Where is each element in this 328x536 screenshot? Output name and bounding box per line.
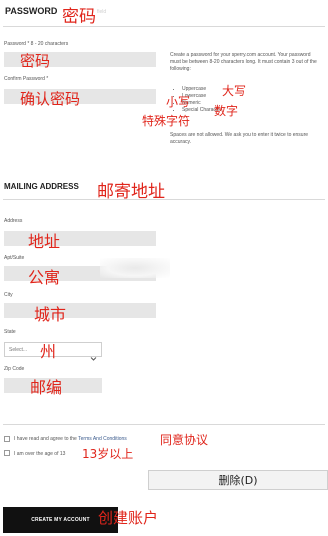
age-annotation: 13岁以上 [82, 447, 134, 461]
password-help-text: Create a password for your sperry.com ac… [170, 52, 317, 72]
confirm-password-label: Confirm Password * [4, 76, 49, 82]
city-label: City [4, 292, 13, 298]
zip-code-annotation: 邮编 [30, 378, 63, 397]
delete-button[interactable]: 删除(D) [148, 470, 328, 490]
zip-code-label: Zip Code [4, 366, 25, 372]
lowercase-annotation: 小写 [166, 95, 191, 109]
password-divider [3, 26, 325, 27]
uppercase-annotation: 大写 [222, 84, 247, 98]
confirm-password-annotation: 确认密码 [20, 90, 81, 108]
terms-link[interactable]: Terms And Conditions [78, 436, 127, 442]
terms-checkbox[interactable] [4, 436, 10, 442]
create-account-annotation: 创建账户 [98, 509, 159, 527]
spaces-note: Spaces are not allowed. We ask you to en… [170, 132, 309, 145]
address-label: Address [4, 218, 23, 224]
age-text: I am over the age of 13 [14, 451, 66, 457]
mailing-divider [3, 199, 325, 200]
city-input[interactable] [4, 303, 156, 318]
password-heading-annotation: 密码 [62, 7, 96, 27]
city-annotation: 城市 [34, 305, 67, 324]
state-select-value: Select... [9, 347, 28, 353]
state-annotation: 州 [40, 342, 57, 361]
age-checkbox[interactable] [4, 450, 10, 456]
field-ghost-text: field [97, 9, 107, 15]
state-label: State [4, 329, 16, 335]
chevron-down-icon [90, 347, 97, 366]
apt-suite-label: Apt/Suite [4, 255, 25, 261]
terms-prefix: I have read and agree to the [14, 436, 79, 442]
apt-suite-annotation: 公寓 [28, 268, 61, 287]
mailing-address-heading: MAILING ADDRESS [4, 182, 79, 191]
terms-text: I have read and agree to the Terms And C… [14, 436, 127, 442]
special-annotation: 特殊字符 [142, 114, 191, 128]
numeric-annotation: 数字 [214, 104, 239, 118]
terms-annotation: 同意协议 [160, 433, 209, 447]
address-input[interactable] [4, 231, 156, 246]
password-label: Password * 8 - 20 characters [4, 41, 69, 47]
password-annotation: 密码 [20, 52, 51, 70]
password-heading: PASSWORD [5, 6, 58, 16]
blurred-graphic [100, 258, 170, 278]
agreements-divider [3, 424, 325, 425]
address-annotation: 地址 [28, 232, 61, 251]
